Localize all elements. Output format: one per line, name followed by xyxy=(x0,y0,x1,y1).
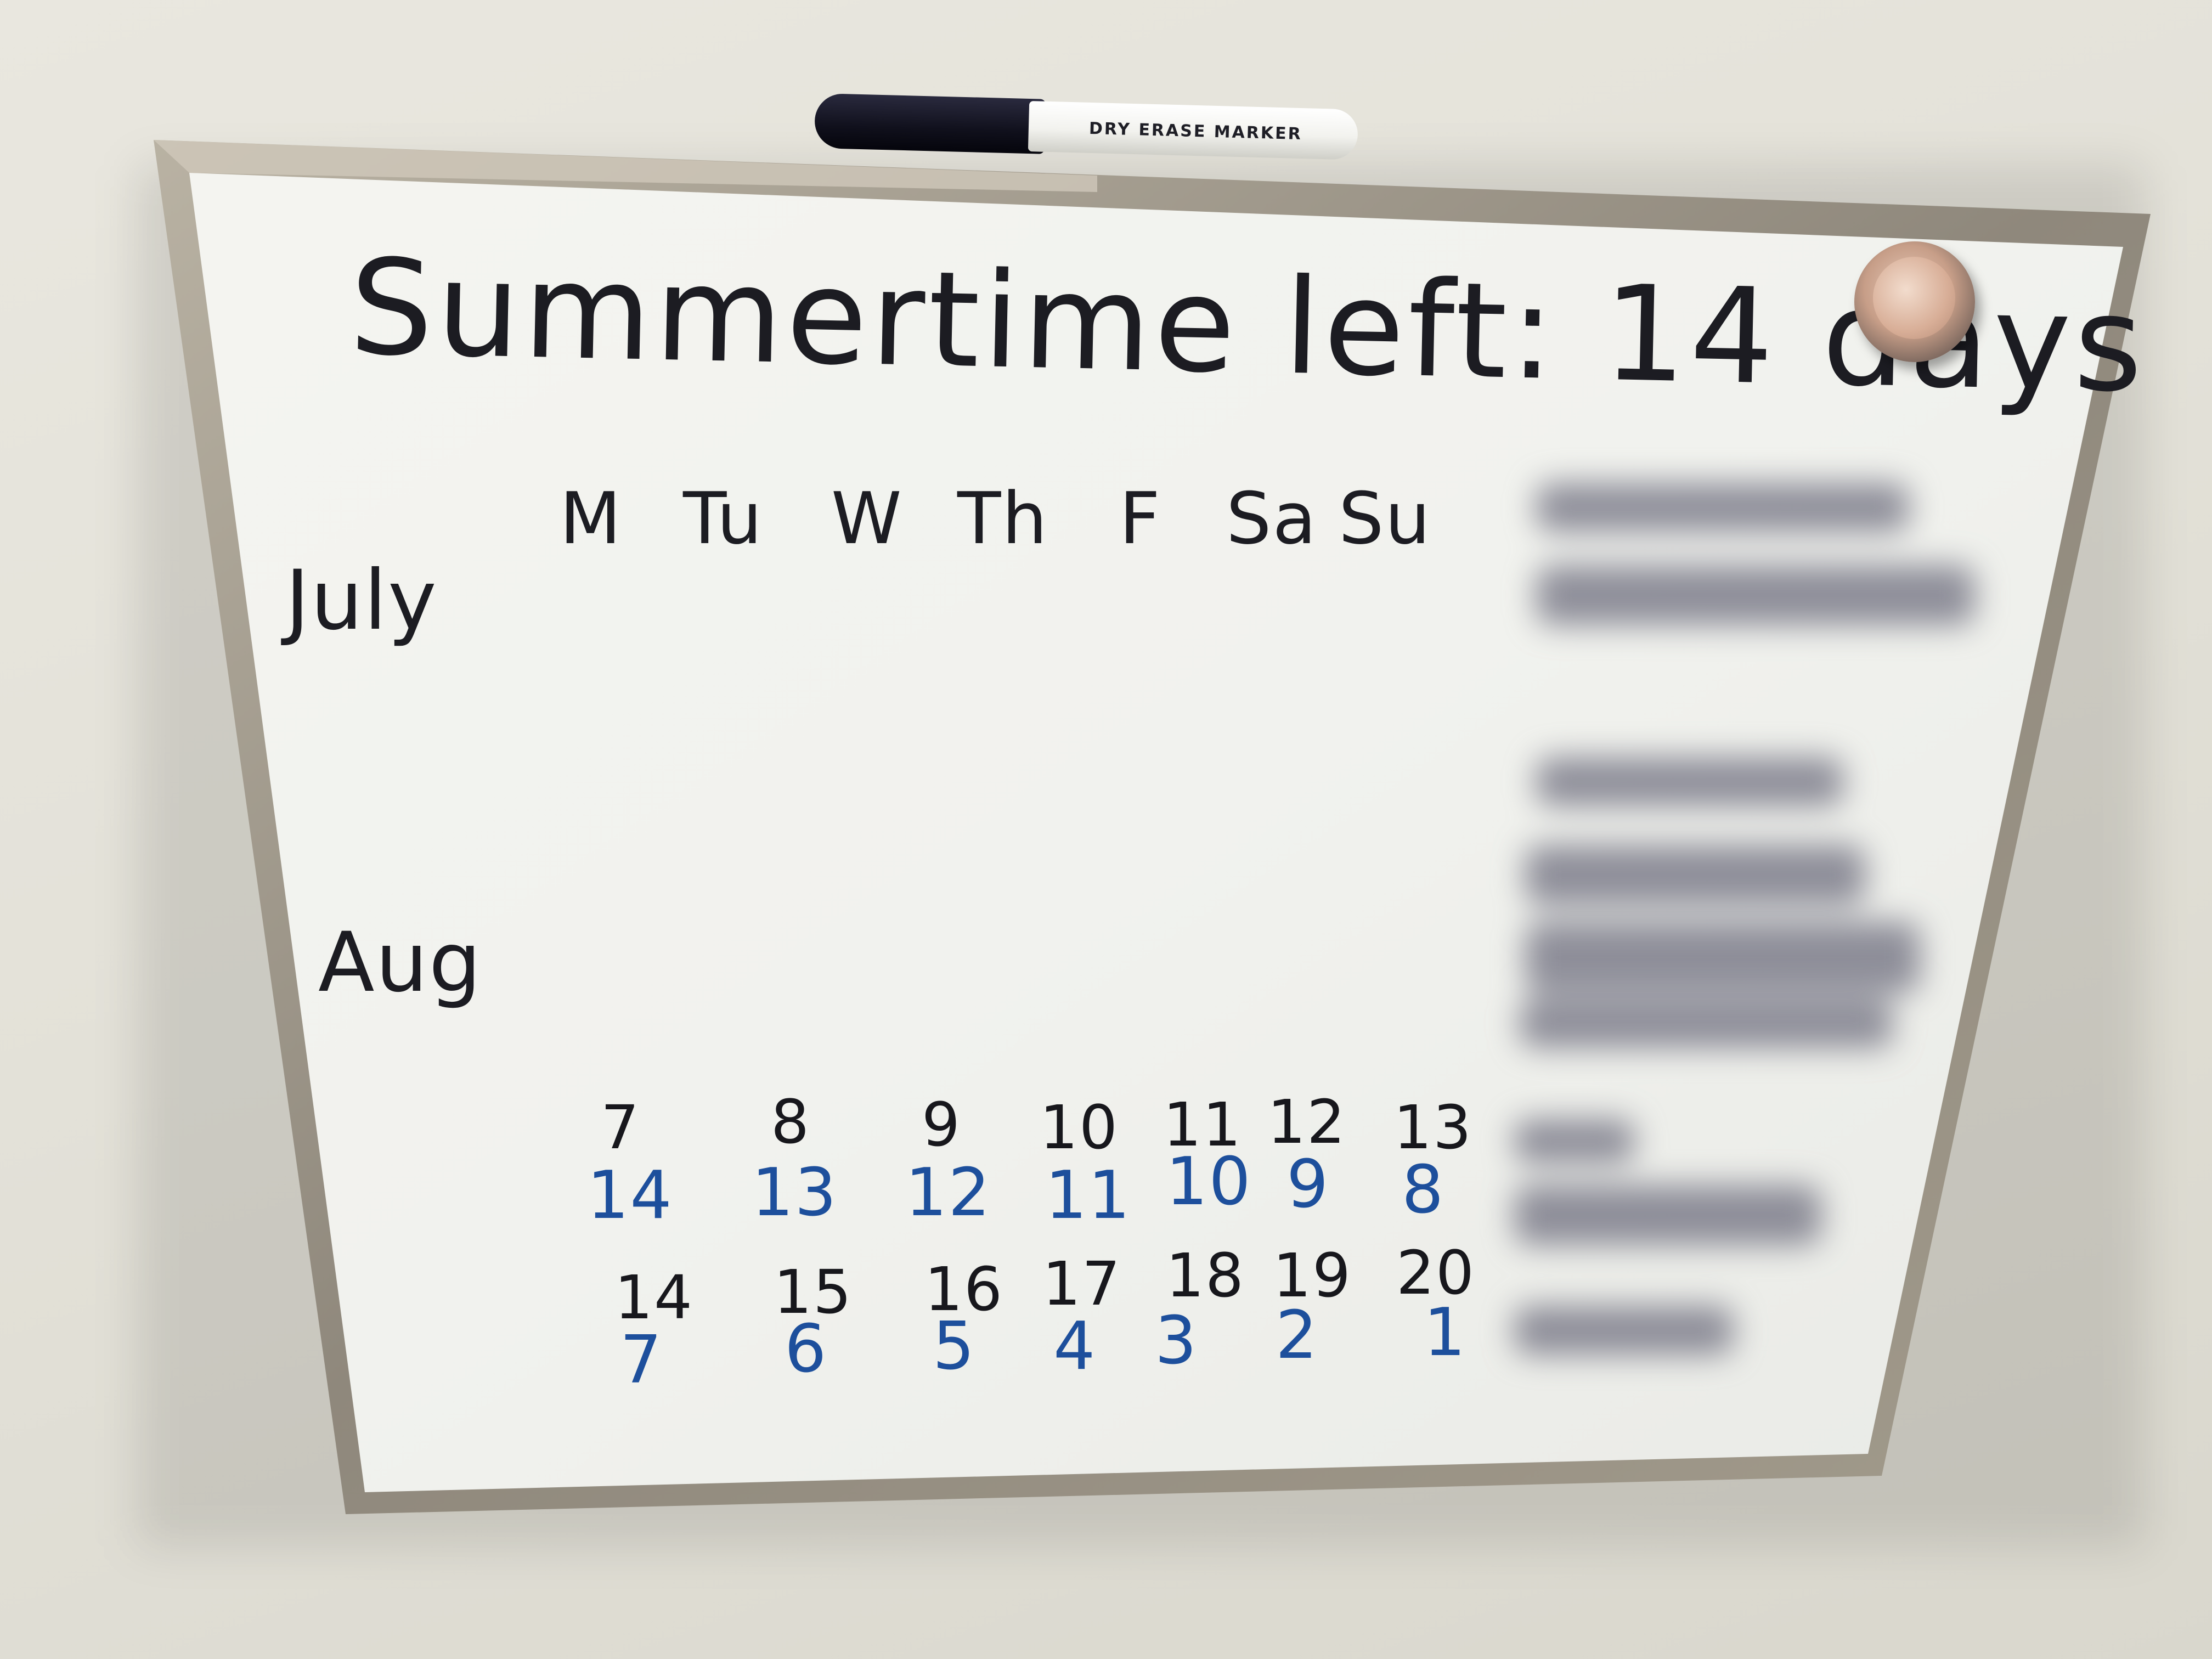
week1-days-left: 9 xyxy=(1286,1147,1330,1223)
week1-date: 13 xyxy=(1393,1092,1472,1163)
week1-date: 9 xyxy=(922,1090,961,1160)
board-magnet xyxy=(1854,241,1975,362)
week1-days-left: 14 xyxy=(587,1158,673,1234)
week1-date: 10 xyxy=(1040,1092,1119,1163)
week2-date: 17 xyxy=(1042,1249,1121,1319)
month-aug: Aug xyxy=(318,915,482,1011)
weekday-sat: Sa xyxy=(1226,477,1318,560)
week1-date: 7 xyxy=(601,1092,640,1163)
redacted-notes-blur xyxy=(1514,472,2008,1404)
week2-days-left: 1 xyxy=(1424,1295,1467,1371)
week1-date: 8 xyxy=(771,1087,810,1157)
week2-date: 14 xyxy=(614,1262,693,1333)
marker-cap xyxy=(814,93,1046,154)
week2-days-left: 3 xyxy=(1155,1303,1198,1379)
weekday-mon: M xyxy=(560,477,623,560)
week2-days-left: 7 xyxy=(620,1322,663,1398)
week2-date: 18 xyxy=(1166,1240,1245,1311)
weekday-thu: Th xyxy=(957,477,1048,560)
whiteboard: Summertime left: 14 days M Tu W Th F Sa … xyxy=(0,0,2212,1659)
weekday-fri: F xyxy=(1119,477,1161,560)
week1-days-left: 10 xyxy=(1166,1144,1252,1220)
week2-date: 20 xyxy=(1396,1238,1475,1308)
week2-date: 19 xyxy=(1273,1240,1352,1311)
weekday-wed: W xyxy=(831,477,903,560)
month-july: July xyxy=(285,553,438,648)
weekday-tue: Tu xyxy=(683,477,764,560)
week1-days-left: 12 xyxy=(905,1155,991,1231)
week2-days-left: 5 xyxy=(933,1308,976,1385)
week2-days-left: 6 xyxy=(785,1311,828,1387)
week2-days-left: 2 xyxy=(1276,1297,1319,1374)
week2-days-left: 4 xyxy=(1053,1308,1097,1385)
week1-days-left: 13 xyxy=(752,1155,838,1231)
magnet-face xyxy=(1873,257,1955,339)
week1-days-left: 8 xyxy=(1402,1152,1445,1228)
weekday-sun: Su xyxy=(1339,477,1431,560)
week1-date: 12 xyxy=(1267,1087,1346,1157)
week1-days-left: 11 xyxy=(1045,1158,1131,1234)
